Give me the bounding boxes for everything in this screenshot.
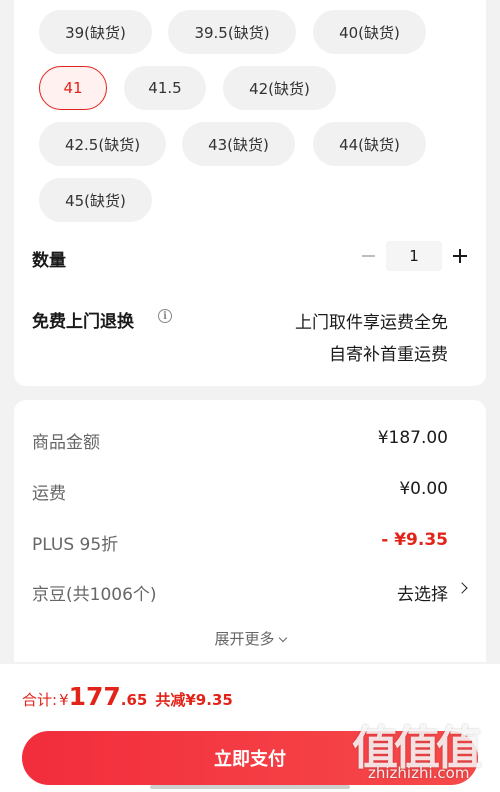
pay-now-button[interactable]: 立即支付 [22, 731, 478, 785]
total-decimal: .65 [120, 691, 148, 709]
chevron-down-icon [278, 633, 287, 643]
total-currency: ¥ [59, 691, 69, 709]
expand-more-label: 展开更多 [214, 630, 275, 648]
expand-more-button[interactable]: 展开更多 [0, 628, 500, 649]
plus-discount-label: PLUS 95折 [32, 535, 119, 555]
minus-icon [361, 255, 375, 257]
return-service-label: 免费上门退换 [32, 312, 134, 332]
return-service-line1: 上门取件享运费全免 [295, 313, 448, 333]
shipping-label: 运费 [32, 484, 66, 504]
jingdou-select-link[interactable]: 去选择 [397, 580, 448, 605]
size-chip-43[interactable]: 43(缺货) [182, 122, 295, 166]
quantity-label: 数量 [32, 251, 66, 271]
size-chip-42-5[interactable]: 42.5(缺货) [39, 122, 166, 166]
size-chip-41-5[interactable]: 41.5 [124, 66, 206, 110]
size-chip-41[interactable]: 41 [39, 66, 107, 110]
size-chip-40[interactable]: 40(缺货) [313, 10, 426, 54]
size-chip-42[interactable]: 42(缺货) [223, 66, 336, 110]
shipping-value: ¥0.00 [399, 479, 448, 499]
total-integer: 177 [68, 682, 121, 711]
goods-amount-label: 商品金额 [32, 433, 100, 453]
total-line: 合计: ¥ 177 .65 共减¥9.35 [22, 682, 233, 711]
quantity-input[interactable]: 1 [386, 241, 442, 271]
quantity-decrease-button[interactable] [358, 244, 378, 268]
goods-amount-value: ¥187.00 [377, 428, 448, 448]
size-chip-39-5[interactable]: 39.5(缺货) [168, 10, 296, 54]
jingdou-label: 京豆(共1006个) [32, 585, 157, 605]
home-indicator [150, 785, 350, 789]
size-chip-39[interactable]: 39(缺货) [39, 10, 152, 54]
size-chip-45[interactable]: 45(缺货) [39, 178, 152, 222]
quantity-increase-button[interactable] [449, 244, 471, 268]
size-chip-44[interactable]: 44(缺货) [313, 122, 426, 166]
total-label: 合计: [22, 691, 58, 709]
total-saved: 共减¥9.35 [155, 691, 233, 709]
return-service-line2: 自寄补首重运费 [329, 345, 448, 365]
plus-discount-value: - ¥9.35 [381, 530, 448, 550]
info-icon[interactable]: i [158, 309, 172, 323]
